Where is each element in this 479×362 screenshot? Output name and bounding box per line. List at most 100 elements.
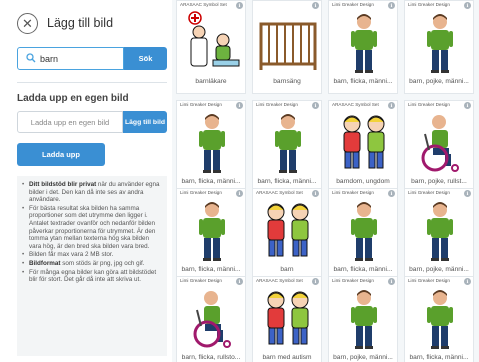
child-icon bbox=[181, 198, 243, 262]
child-icon bbox=[333, 198, 395, 262]
image-result-card[interactable]: i barnsäng bbox=[252, 0, 322, 94]
close-icon: ✕ bbox=[22, 15, 33, 31]
info-icon[interactable]: i bbox=[236, 2, 243, 9]
wheelchair-child-icon bbox=[181, 286, 243, 350]
upload-file-field[interactable]: Ladda upp en egen bild bbox=[17, 111, 123, 133]
image-result-card[interactable]: Limi Greaker Design i barn, pojke, rullst… bbox=[404, 100, 474, 194]
info-item-text: För många egna bilder kan göra att bilds… bbox=[29, 268, 157, 284]
image-label: barn, pojke, männi... bbox=[409, 266, 469, 273]
info-icon[interactable]: i bbox=[388, 2, 395, 9]
search-input[interactable] bbox=[40, 50, 120, 67]
upload-heading: Ladda upp en egen bild bbox=[17, 93, 129, 104]
two-children-icon bbox=[257, 198, 319, 262]
image-source-label: Limi Greaker Design bbox=[332, 190, 374, 195]
image-result-card[interactable]: Limi Greaker Design i barn, flicka, männi… bbox=[328, 188, 398, 282]
image-result-card[interactable]: ARASAAC Symbol Set i barndom, ungdom bbox=[328, 100, 398, 194]
info-icon[interactable]: i bbox=[312, 190, 319, 197]
image-source-label: Limi Greaker Design bbox=[180, 278, 222, 283]
dialog-title: Lägg till bild bbox=[47, 16, 114, 30]
info-item-bold: Bildformat bbox=[29, 259, 61, 267]
info-icon[interactable]: i bbox=[312, 102, 319, 109]
wheelchair-child-icon bbox=[409, 110, 471, 174]
search-box[interactable] bbox=[17, 47, 124, 70]
image-source-label: Limi Greaker Design bbox=[408, 2, 450, 7]
child-icon bbox=[409, 198, 471, 262]
image-source-label: Limi Greaker Design bbox=[408, 278, 450, 283]
upload-row: Ladda upp en egen bild Lägg till bild bbox=[17, 111, 167, 133]
image-source-label: Limi Greaker Design bbox=[408, 102, 450, 107]
image-source-label: ARASAAC Symbol Set bbox=[256, 278, 303, 283]
image-result-card[interactable]: ARASAAC Symbol Set i barn bbox=[252, 188, 322, 282]
dialog-header: ✕ Lägg till bild bbox=[17, 12, 113, 34]
image-label: barn, flicka, männi... bbox=[333, 266, 393, 273]
image-result-card[interactable]: Limi Greaker Design i barn, flicka, rulls… bbox=[176, 276, 246, 362]
image-label: barn, flicka, rullsto... bbox=[181, 354, 241, 361]
image-label: barnläkare bbox=[195, 78, 227, 85]
image-source-label: Limi Greaker Design bbox=[332, 278, 374, 283]
info-icon[interactable]: i bbox=[312, 2, 319, 9]
info-icon[interactable]: i bbox=[236, 190, 243, 197]
child-icon bbox=[333, 286, 395, 350]
image-source-label: ARASAAC Symbol Set bbox=[180, 2, 227, 7]
info-icon[interactable]: i bbox=[236, 278, 243, 285]
divider bbox=[17, 82, 167, 83]
info-item: Ditt bildstöd blir privat när du använde… bbox=[22, 181, 161, 204]
image-label: barn, flicka, männi... bbox=[181, 266, 241, 273]
info-icon[interactable]: i bbox=[464, 2, 471, 9]
image-result-card[interactable]: Limi Greaker Design i barn, pojke, männi.… bbox=[404, 0, 474, 94]
image-label: barn med autism bbox=[262, 354, 312, 361]
info-icon[interactable]: i bbox=[464, 190, 471, 197]
add-image-panel: ✕ Lägg till bild Sök Ladda upp en egen b… bbox=[0, 0, 172, 362]
search-icon bbox=[26, 53, 36, 63]
add-image-button[interactable]: Lägg till bild bbox=[123, 111, 167, 133]
info-item-text: som stöds är png, jpg och gif. bbox=[60, 259, 145, 267]
info-item-text: Bilden får max vara 2 MB stor. bbox=[29, 251, 114, 259]
image-source-label: ARASAAC Symbol Set bbox=[256, 190, 303, 195]
info-item: Bildformat som stöds är png, jpg och gif… bbox=[22, 260, 161, 268]
image-label: barn, pojke, rullst... bbox=[411, 178, 467, 185]
search-row: Sök bbox=[17, 47, 167, 70]
close-button[interactable]: ✕ bbox=[17, 12, 38, 34]
child-icon bbox=[333, 10, 395, 74]
image-label: barndom, ungdom bbox=[336, 178, 390, 185]
child-icon bbox=[409, 10, 471, 74]
image-result-card[interactable]: Limi Greaker Design i barn, pojke, männi.… bbox=[404, 188, 474, 282]
info-icon[interactable]: i bbox=[464, 278, 471, 285]
image-result-card[interactable]: Limi Greaker Design i barn, pojke, männi.… bbox=[328, 276, 398, 362]
image-result-card[interactable]: ARASAAC Symbol Set i barn med autism bbox=[252, 276, 322, 362]
image-source-label: Limi Greaker Design bbox=[256, 102, 298, 107]
info-icon[interactable]: i bbox=[464, 102, 471, 109]
image-source-label: Limi Greaker Design bbox=[408, 190, 450, 195]
two-children-icon bbox=[257, 286, 319, 350]
child-icon bbox=[257, 110, 319, 174]
image-label: barn, pojke, männi... bbox=[333, 354, 393, 361]
image-label: barn, pojke, männi... bbox=[409, 78, 469, 85]
info-icon[interactable]: i bbox=[312, 278, 319, 285]
image-label: barn, flicka, männi... bbox=[409, 354, 469, 361]
image-source-label: ARASAAC Symbol Set bbox=[332, 102, 379, 107]
image-label: barn, flicka, männi... bbox=[333, 78, 393, 85]
upload-button[interactable]: Ladda upp bbox=[17, 143, 105, 166]
image-result-card[interactable]: Limi Greaker Design i barn, flicka, männi… bbox=[176, 188, 246, 282]
image-source-label: Limi Greaker Design bbox=[180, 102, 222, 107]
info-item-bold: Ditt bildstöd blir privat bbox=[29, 181, 97, 188]
image-label: barn, flicka, männi... bbox=[181, 178, 241, 185]
info-icon[interactable]: i bbox=[388, 190, 395, 197]
image-label: barn bbox=[280, 266, 294, 273]
image-result-card[interactable]: Limi Greaker Design i barn, flicka, männi… bbox=[252, 100, 322, 194]
info-icon[interactable]: i bbox=[236, 102, 243, 109]
image-result-card[interactable]: Limi Greaker Design i barn, flicka, männi… bbox=[404, 276, 474, 362]
image-result-card[interactable]: ARASAAC Symbol Set i barnläkare bbox=[176, 0, 246, 94]
image-result-card[interactable]: Limi Greaker Design i barn, flicka, männi… bbox=[328, 0, 398, 94]
image-result-card[interactable]: Limi Greaker Design i barn, flicka, männi… bbox=[176, 100, 246, 194]
info-box: Ditt bildstöd blir privat när du använde… bbox=[17, 176, 167, 356]
info-item: För bästa resultat ska bilden ha samma p… bbox=[22, 205, 161, 251]
search-button[interactable]: Sök bbox=[124, 47, 167, 70]
image-label: barnsäng bbox=[273, 78, 301, 85]
two-children-icon bbox=[333, 110, 395, 174]
info-list: Ditt bildstöd blir privat när du använde… bbox=[22, 181, 161, 284]
child-icon bbox=[409, 286, 471, 350]
info-icon[interactable]: i bbox=[388, 278, 395, 285]
info-icon[interactable]: i bbox=[388, 102, 395, 109]
image-results-grid: i Ladai ladugård, stalli barni barnomsor… bbox=[172, 0, 479, 362]
